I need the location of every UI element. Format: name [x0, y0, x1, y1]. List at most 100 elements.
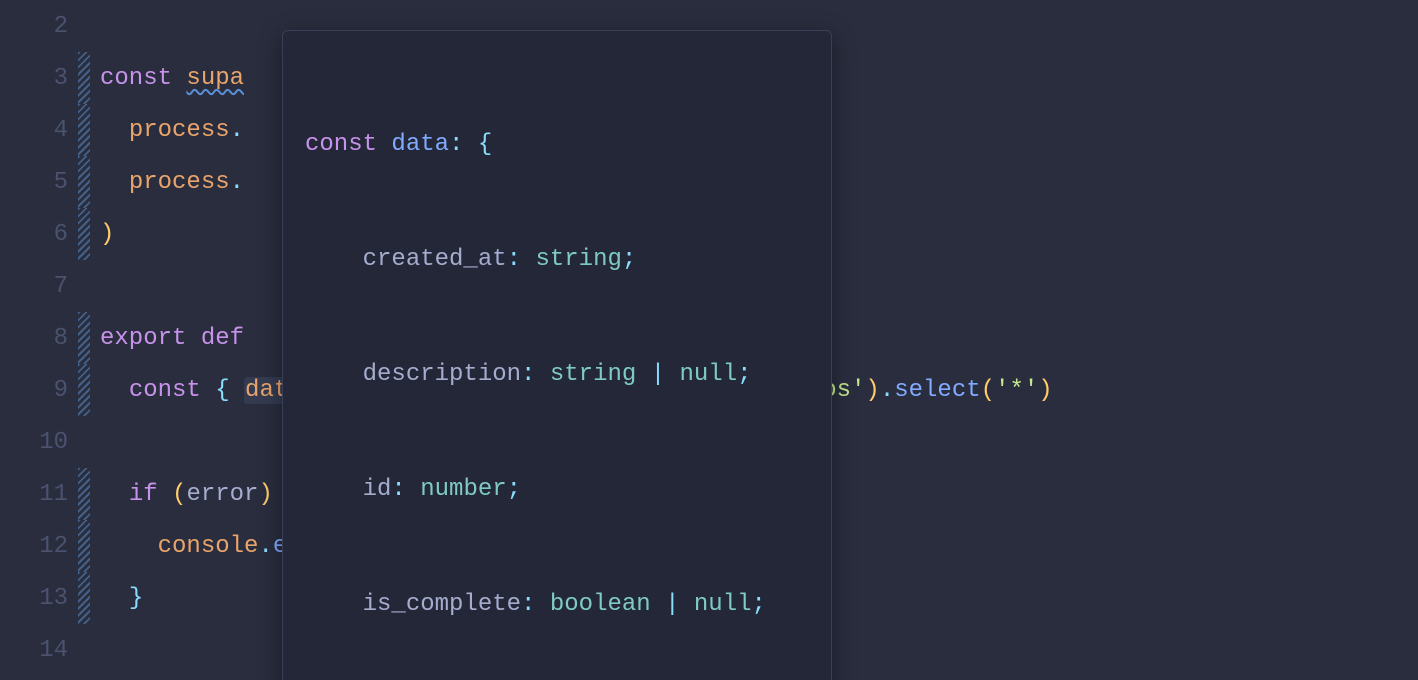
line-number: 5 [0, 169, 78, 196]
hover-semi: ; [752, 591, 766, 618]
token-indent [100, 533, 158, 560]
token-dot: . [880, 377, 894, 404]
line-number: 2 [0, 13, 78, 40]
token-identifier: console [158, 533, 259, 560]
hover-space [463, 131, 477, 158]
line-number: 3 [0, 65, 78, 92]
hover-space [651, 591, 665, 618]
hover-brace: { [478, 131, 492, 158]
token-dot: . [258, 533, 272, 560]
hover-line: created_at: string; [305, 241, 809, 279]
type-hover-tooltip[interactable]: const data: { created_at: string; descri… [282, 30, 832, 680]
hover-line: description: string | null; [305, 356, 809, 394]
hover-space [636, 361, 650, 388]
diff-gutter [78, 156, 90, 208]
hover-semi: ; [737, 361, 751, 388]
hover-type: string [535, 246, 621, 273]
diff-gutter [78, 572, 90, 624]
token-paren: ) [100, 221, 114, 248]
hover-indent [305, 361, 363, 388]
token-dot: . [230, 117, 244, 144]
hover-pipe: | [651, 361, 665, 388]
hover-prop: id [363, 476, 392, 503]
diff-gutter [78, 364, 90, 416]
line-number: 11 [0, 481, 78, 508]
hover-prop: description [363, 361, 521, 388]
token-identifier: supa [186, 65, 244, 92]
hover-semi: ; [622, 246, 636, 273]
token-indent [100, 585, 129, 612]
token-identifier: error [186, 481, 258, 508]
diff-gutter [78, 0, 90, 52]
token-string: '*' [995, 377, 1038, 404]
hover-line: const data: { [305, 126, 809, 164]
token-dot: . [230, 169, 244, 196]
token-keyword: const [100, 65, 172, 92]
diff-gutter [78, 312, 90, 364]
token-brace: { [215, 377, 244, 404]
token-paren: ) [258, 481, 272, 508]
hover-colon: : [391, 476, 405, 503]
token-keyword: if [129, 481, 158, 508]
hover-space [521, 246, 535, 273]
token-paren: ( [172, 481, 186, 508]
hover-indent [305, 476, 363, 503]
hover-semi: ; [507, 476, 521, 503]
token-method: select [894, 377, 980, 404]
hover-space [665, 361, 679, 388]
hover-line: is_complete: boolean | null; [305, 586, 809, 624]
line-number: 8 [0, 325, 78, 352]
diff-gutter [78, 104, 90, 156]
token-space [172, 65, 186, 92]
line-number: 7 [0, 273, 78, 300]
hover-null: null [680, 361, 738, 388]
token-keyword: export [100, 325, 186, 352]
token-space [201, 377, 215, 404]
hover-pipe: | [665, 591, 679, 618]
token-paren: ( [981, 377, 995, 404]
hover-null: null [694, 591, 752, 618]
diff-gutter [78, 624, 90, 676]
token-keyword: const [129, 377, 201, 404]
token-paren: ) [1038, 377, 1052, 404]
token-paren: ) [865, 377, 879, 404]
diff-gutter [78, 52, 90, 104]
hover-line: id: number; [305, 471, 809, 509]
token-indent [100, 169, 129, 196]
token-indent [100, 481, 129, 508]
token-space [186, 325, 200, 352]
hover-indent [305, 591, 363, 618]
line-number: 14 [0, 637, 78, 664]
line-number: 4 [0, 117, 78, 144]
line-number: 9 [0, 377, 78, 404]
hover-type: boolean [550, 591, 651, 618]
token-indent [100, 377, 129, 404]
diff-gutter [78, 468, 90, 520]
diff-gutter [78, 260, 90, 312]
hover-space [535, 361, 549, 388]
hover-type: number [420, 476, 506, 503]
line-number: 10 [0, 429, 78, 456]
hover-prop: is_complete [363, 591, 521, 618]
token-space [158, 481, 172, 508]
token-indent [100, 117, 129, 144]
line-number: 13 [0, 585, 78, 612]
hover-prop: created_at [363, 246, 507, 273]
hover-colon: : [507, 246, 521, 273]
hover-indent [305, 246, 363, 273]
token-brace: } [129, 585, 143, 612]
hover-space [377, 131, 391, 158]
hover-colon: : [521, 361, 535, 388]
hover-identifier: data [391, 131, 449, 158]
hover-type: string [550, 361, 636, 388]
code-editor[interactable]: 2 3 const supa 4 process. 5 process. 6 )… [0, 0, 1418, 680]
token-identifier: process [129, 117, 230, 144]
hover-space [406, 476, 420, 503]
diff-gutter [78, 208, 90, 260]
diff-gutter [78, 416, 90, 468]
line-number: 12 [0, 533, 78, 560]
hover-space [535, 591, 549, 618]
line-number: 6 [0, 221, 78, 248]
hover-colon: : [449, 131, 463, 158]
hover-colon: : [521, 591, 535, 618]
